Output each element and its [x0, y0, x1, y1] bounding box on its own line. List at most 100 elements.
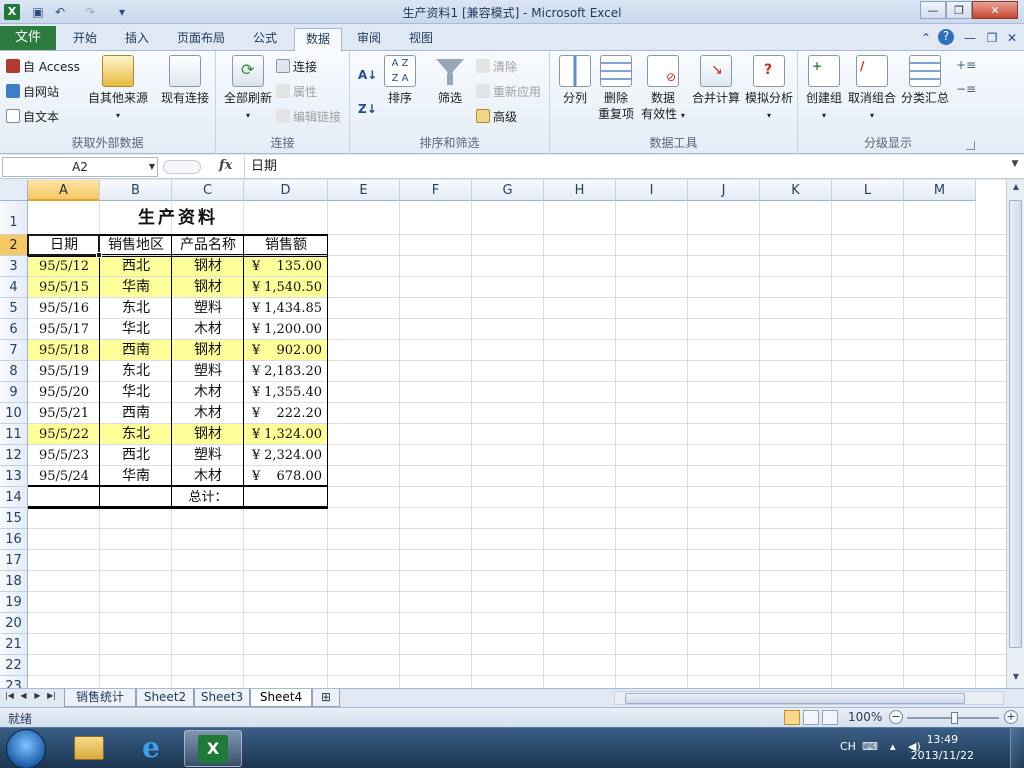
date-cell[interactable]: 95/5/18: [28, 340, 100, 361]
help-icon[interactable]: ?: [938, 29, 954, 45]
subtotal-button[interactable]: 分类汇总: [898, 55, 952, 106]
row-header-12[interactable]: 12: [0, 445, 28, 466]
region-cell[interactable]: 东北: [100, 424, 172, 445]
product-cell[interactable]: 塑料: [172, 298, 244, 319]
edit-links-button[interactable]: 编辑链接: [276, 107, 341, 127]
text-to-columns-button[interactable]: 分列: [558, 55, 592, 106]
language-indicator[interactable]: CH: [840, 740, 856, 753]
scroll-down-icon[interactable]: ▼: [1010, 672, 1022, 686]
from-web-button[interactable]: 自网站: [6, 82, 59, 102]
product-cell[interactable]: 钢材: [172, 277, 244, 298]
product-cell[interactable]: 木材: [172, 319, 244, 340]
column-header-k[interactable]: K: [760, 180, 832, 201]
row-header-11[interactable]: 11: [0, 424, 28, 445]
expand-formula-bar-icon[interactable]: ▼: [1008, 159, 1022, 173]
date-cell[interactable]: 95/5/15: [28, 277, 100, 298]
properties-button[interactable]: 属性: [276, 82, 317, 102]
amount-cell[interactable]: ¥1,540.50: [244, 277, 328, 298]
what-if-analysis-button[interactable]: ? 模拟分析 ▾: [742, 55, 796, 124]
product-cell[interactable]: 木材: [172, 403, 244, 424]
clear-button[interactable]: 清除: [476, 57, 517, 77]
row-header-3[interactable]: 3: [0, 256, 28, 277]
amount-cell[interactable]: ¥678.00: [244, 466, 328, 487]
excel-taskbar-icon[interactable]: X: [184, 730, 242, 767]
product-cell[interactable]: 木材: [172, 466, 244, 487]
tab-formulas[interactable]: 公式: [242, 28, 288, 51]
name-box[interactable]: A2 ▼: [2, 157, 158, 177]
region-cell[interactable]: 华北: [100, 382, 172, 403]
active-cell-outline[interactable]: [27, 234, 100, 256]
refresh-all-button[interactable]: ⟳ 全部刷新 ▾: [220, 55, 276, 124]
region-cell[interactable]: 西北: [100, 445, 172, 466]
column-header-e[interactable]: E: [328, 180, 400, 201]
doc-close-icon[interactable]: ✕: [1004, 31, 1020, 45]
page-break-view-icon[interactable]: [822, 710, 838, 725]
row-header-16[interactable]: 16: [0, 529, 28, 550]
date-cell[interactable]: 95/5/12: [28, 256, 100, 277]
sheet-tab-1[interactable]: 销售统计: [64, 689, 136, 707]
ribbon-collapse-icon[interactable]: ⌃: [918, 31, 934, 45]
sort-button[interactable]: A ZZ A 排序: [384, 55, 416, 106]
row-header-15[interactable]: 15: [0, 508, 28, 529]
amount-cell[interactable]: ¥2,324.00: [244, 445, 328, 466]
keyboard-icon[interactable]: ⌨: [862, 740, 878, 753]
row-header-13[interactable]: 13: [0, 466, 28, 487]
consolidate-button[interactable]: ↘ 合并计算: [690, 55, 742, 106]
region-cell[interactable]: 西南: [100, 340, 172, 361]
region-cell[interactable]: 东北: [100, 361, 172, 382]
existing-connections-button[interactable]: 现有连接: [158, 55, 212, 106]
amount-cell[interactable]: ¥1,355.40: [244, 382, 328, 403]
doc-minimize-icon[interactable]: —: [962, 31, 978, 45]
page-layout-view-icon[interactable]: [803, 710, 819, 725]
advanced-button[interactable]: 高级: [476, 107, 517, 127]
internet-explorer-icon[interactable]: e: [122, 730, 180, 767]
total-value-cell[interactable]: [244, 487, 328, 508]
row-header-5[interactable]: 5: [0, 298, 28, 319]
from-access-button[interactable]: 自 Access: [6, 57, 80, 77]
region-cell[interactable]: 华北: [100, 319, 172, 340]
product-cell[interactable]: 钢材: [172, 424, 244, 445]
product-cell[interactable]: 木材: [172, 382, 244, 403]
row-header-9[interactable]: 9: [0, 382, 28, 403]
group-button[interactable]: + 创建组 ▾: [802, 55, 846, 124]
date-cell[interactable]: 95/5/23: [28, 445, 100, 466]
sheet-tab-2[interactable]: Sheet2: [136, 689, 194, 707]
row-header-14[interactable]: 14: [0, 487, 28, 508]
insert-sheet-icon[interactable]: ⊞: [312, 689, 340, 707]
fill-handle[interactable]: [96, 252, 102, 258]
product-cell[interactable]: 塑料: [172, 361, 244, 382]
row-header-10[interactable]: 10: [0, 403, 28, 424]
tab-review[interactable]: 审阅: [346, 28, 392, 51]
column-header-f[interactable]: F: [400, 180, 472, 201]
hide-detail-icon[interactable]: −≡: [956, 79, 976, 99]
amount-cell[interactable]: ¥1,434.85: [244, 298, 328, 319]
scroll-up-icon[interactable]: ▲: [1010, 182, 1022, 196]
row-header-7[interactable]: 7: [0, 340, 28, 361]
from-text-button[interactable]: 自文本: [6, 107, 59, 127]
region-cell[interactable]: 西北: [100, 256, 172, 277]
remove-duplicates-button[interactable]: 删除 重复项: [596, 55, 636, 122]
insert-function-icon[interactable]: fx: [219, 158, 232, 173]
header-amount[interactable]: 销售额: [244, 235, 328, 256]
date-cell[interactable]: 95/5/17: [28, 319, 100, 340]
sheet-title[interactable]: 生产资料: [28, 201, 328, 235]
doc-restore-icon[interactable]: ❐: [984, 31, 1000, 45]
region-cell[interactable]: 华南: [100, 277, 172, 298]
explorer-icon[interactable]: [60, 730, 118, 767]
region-cell[interactable]: 西南: [100, 403, 172, 424]
vertical-scrollbar[interactable]: ▲ ▼: [1006, 180, 1024, 688]
minimize-button[interactable]: —: [920, 1, 946, 19]
start-button[interactable]: [6, 729, 46, 768]
row-header-2[interactable]: 2: [0, 235, 28, 256]
date-cell[interactable]: 95/5/19: [28, 361, 100, 382]
column-header-j[interactable]: J: [688, 180, 760, 201]
product-cell[interactable]: 塑料: [172, 445, 244, 466]
header-product[interactable]: 产品名称: [172, 235, 244, 256]
column-header-m[interactable]: M: [904, 180, 976, 201]
first-sheet-icon[interactable]: |◀: [4, 691, 15, 700]
horizontal-scroll-thumb[interactable]: [625, 693, 965, 704]
amount-cell[interactable]: ¥1,324.00: [244, 424, 328, 445]
header-region[interactable]: 销售地区: [100, 235, 172, 256]
date-cell[interactable]: 95/5/21: [28, 403, 100, 424]
data-validation-button[interactable]: ⊘ 数据 有效性 ▾: [640, 55, 686, 124]
